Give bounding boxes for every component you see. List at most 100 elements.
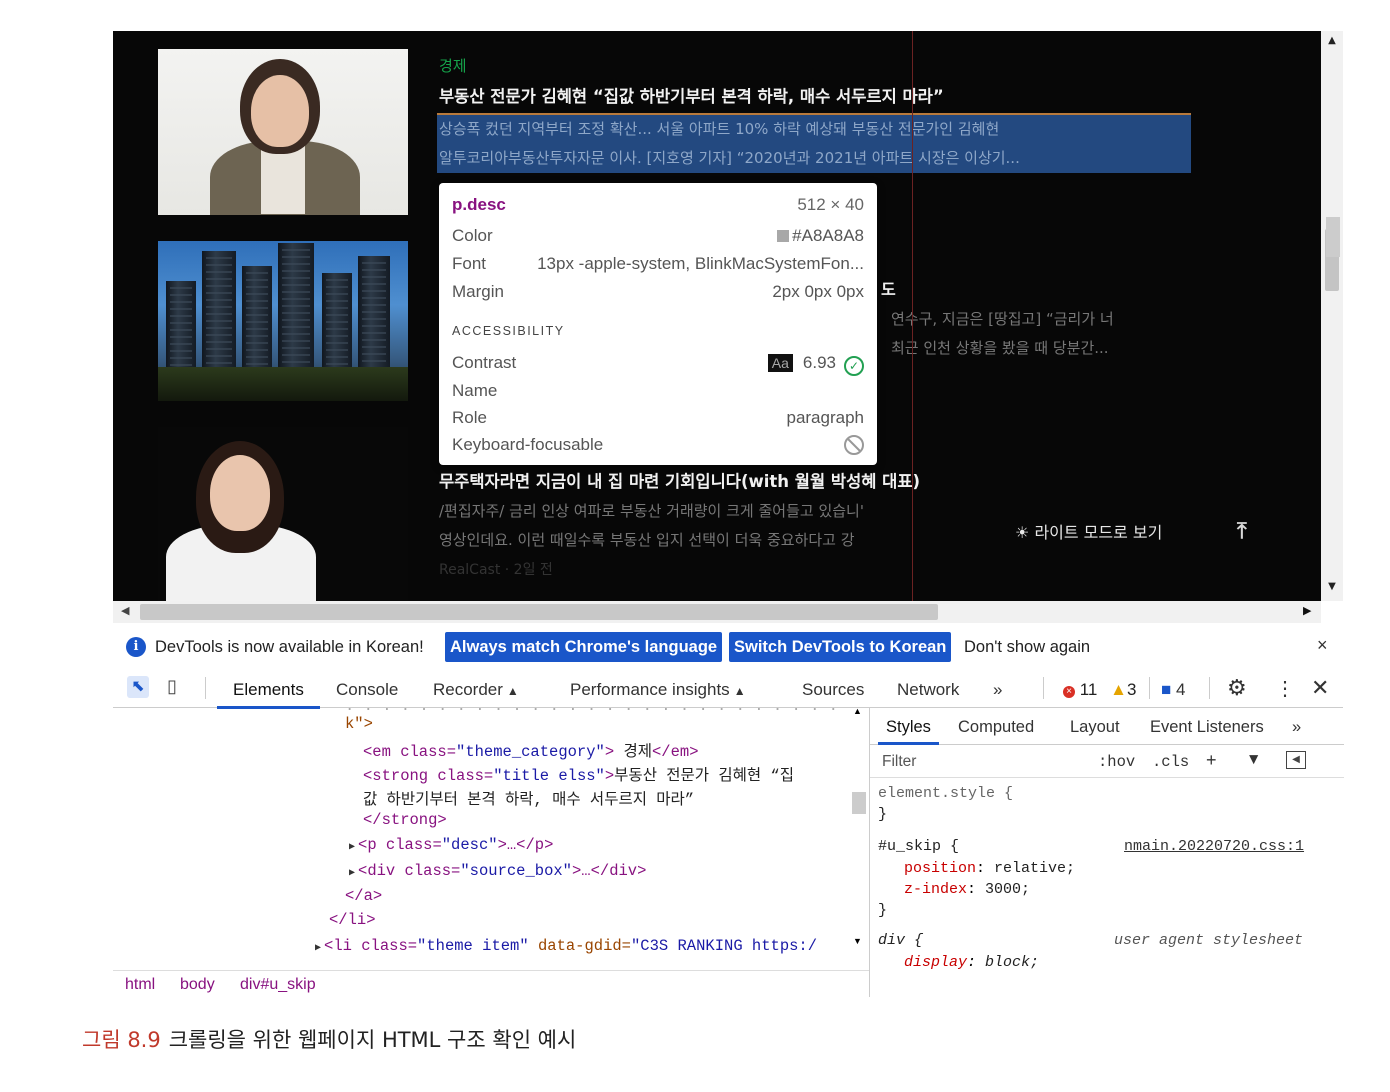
article-desc-highlighted[interactable]: 상승폭 컸던 지역부터 조정 확산... 서울 아파트 10% 하락 예상돼 부… [437, 113, 1191, 173]
browser-screenshot: 경제 부동산 전문가 김혜현 “집값 하반기부터 본격 하락, 매수 서두르지 … [113, 31, 1344, 997]
tooltip-font-label: Font [452, 254, 487, 273]
scrollbar-thumb[interactable] [852, 792, 866, 814]
desc-line: 영상인데요. 이런 때일수록 부동산 입지 선택이 더욱 중요하다고 강 [439, 531, 855, 549]
more-tabs-button[interactable]: » [993, 680, 1002, 700]
sun-icon: ☀ [1015, 523, 1030, 542]
tooltip-contrast-label: Contrast [452, 353, 517, 372]
code-line[interactable]: </a> [345, 887, 382, 905]
scroll-up-arrow-icon[interactable]: ▲ [853, 706, 862, 716]
tab-layout[interactable]: Layout [1070, 718, 1120, 737]
elements-scrollbar[interactable]: ▲ ▼ [849, 706, 869, 970]
infobar-text: DevTools is now available in Korean! [155, 638, 424, 656]
close-icon[interactable]: × [1317, 635, 1328, 656]
match-language-button[interactable]: Always match Chrome's language [445, 632, 723, 662]
inspect-element-icon[interactable]: ⬉ [127, 676, 149, 698]
flask-icon: ▲ [506, 684, 519, 698]
desc-line: 상승폭 컸던 지역부터 조정 확산... 서울 아파트 10% 하락 예상돼 부… [439, 120, 1000, 138]
switch-to-korean-button[interactable]: Switch DevTools to Korean [729, 632, 952, 662]
device-toolbar-icon[interactable]: ▯ [167, 676, 187, 698]
article-title[interactable]: 부동산 전문가 김혜현 “집값 하반기부터 본격 하락, 매수 서두르지 마라” [439, 83, 944, 107]
element-style-rule[interactable]: element.style { [878, 785, 1013, 802]
breadcrumb-item[interactable]: body [180, 976, 215, 994]
tab-network[interactable]: Network [897, 680, 959, 700]
styles-filter-row: Filter :hov .cls + ▼ ◀ [870, 745, 1344, 778]
css-selector[interactable]: div { [878, 932, 923, 949]
scroll-down-arrow-icon[interactable]: ▼ [853, 936, 862, 946]
issues-badge[interactable]: × 11 ▲3 [1063, 680, 1136, 700]
add-rule-icon[interactable]: + [1206, 750, 1217, 771]
article-title-fragment[interactable]: 도 [881, 276, 896, 300]
tab-styles[interactable]: Styles [878, 718, 939, 745]
paint-brush-icon[interactable]: ▼ [1246, 751, 1261, 769]
devtools-panel: i DevTools is now available in Korean! A… [113, 623, 1344, 997]
light-mode-button[interactable]: ☀ 라이트 모드로 보기 [1015, 519, 1162, 543]
tab-console[interactable]: Console [336, 680, 398, 700]
language-infobar: i DevTools is now available in Korean! A… [113, 623, 1343, 667]
thumbnail-woman-portrait[interactable] [158, 49, 408, 215]
code-line[interactable]: 값 하반기부터 본격 하락, 매수 서두르지 마라” [363, 787, 694, 809]
css-declaration[interactable]: z-index: 3000; [904, 881, 1030, 898]
scrollbar-thumb[interactable] [140, 604, 938, 620]
elements-tree[interactable]: · · · · · · · · · · · · · · · · · · · · … [113, 708, 849, 970]
thumbnail-woman-video[interactable] [158, 427, 408, 601]
figure-caption: 그림 8.9 크롤링을 위한 웹페이지 HTML 구조 확인 예시 [82, 1024, 576, 1054]
code-line[interactable]: k"> [345, 715, 373, 733]
tab-elements[interactable]: Elements [217, 680, 320, 709]
gear-icon[interactable]: ⚙ [1227, 675, 1247, 701]
code-line[interactable]: <strong class="title elss">부동산 전문가 김혜현 “… [363, 763, 794, 785]
scroll-down-arrow-icon[interactable]: ▼ [1321, 581, 1343, 592]
hov-toggle[interactable]: :hov [1098, 753, 1135, 771]
article-title[interactable]: 무주택자라면 지금이 내 집 마련 기회입니다(with 월월 박성혜 대표) [439, 468, 920, 492]
article-desc[interactable]: 연수구, 지금은 [땅집고] “금리가 너 최근 인천 상황을 봤을 때 당분간… [891, 305, 1114, 363]
sidebar-toggle-icon[interactable]: ◀ [1286, 751, 1306, 769]
caption-label: 그림 8.9 [82, 1028, 161, 1052]
page-horizontal-scrollbar[interactable]: ◀ ▶ [113, 601, 1321, 623]
code-line[interactable]: </strong> [363, 811, 447, 829]
code-line[interactable]: ▶ <div class="source_box">…</div> [349, 862, 646, 880]
scrollbar-thumb[interactable] [1326, 217, 1340, 257]
breadcrumb-item[interactable]: html [125, 976, 155, 994]
expand-triangle-icon[interactable]: ▶ [349, 868, 355, 879]
color-swatch-icon [777, 230, 790, 242]
dont-show-again-link[interactable]: Don't show again [964, 638, 1090, 657]
code-line[interactable]: <em class="theme_category"> 경제</em> [363, 739, 699, 761]
expand-triangle-icon[interactable]: ▶ [315, 943, 321, 954]
breadcrumb-item[interactable]: div#u_skip [240, 976, 316, 994]
messages-badge[interactable]: ■ 4 [1161, 680, 1185, 700]
tab-sources[interactable]: Sources [802, 680, 864, 700]
css-selector[interactable]: #u_skip { [878, 838, 959, 855]
code-line[interactable]: ▶ <li class="theme item" data-gdid="C3S R… [315, 937, 817, 955]
styles-scrollbar[interactable] [1323, 207, 1343, 405]
code-line[interactable]: </li> [329, 911, 376, 929]
css-declaration[interactable]: display: block; [904, 954, 1039, 971]
thumbnail-apartment-towers[interactable] [158, 241, 408, 401]
stylesheet-link[interactable]: nmain.20220720.css:1 [1124, 838, 1304, 855]
contrast-sample: Aa [767, 354, 793, 372]
divider [1043, 677, 1044, 699]
code-line[interactable]: ▶ <p class="desc">…</p> [349, 836, 553, 854]
tab-computed[interactable]: Computed [958, 718, 1034, 737]
article-desc[interactable]: /편집자주/ 금리 인상 여파로 부동산 거래량이 크게 줄어들고 있습니' 영… [439, 497, 864, 555]
close-devtools-icon[interactable]: ✕ [1311, 675, 1329, 701]
tab-performance-insights[interactable]: Performance insights ▲ [570, 680, 746, 700]
tooltip-name-label: Name [452, 381, 498, 400]
css-declaration[interactable]: position: relative; [904, 860, 1075, 877]
scroll-up-arrow-icon[interactable]: ▲ [1321, 35, 1343, 46]
tab-recorder[interactable]: Recorder ▲ [433, 680, 519, 700]
kebab-menu-icon[interactable]: ⋮ [1275, 676, 1295, 701]
closing-brace: } [878, 806, 888, 823]
expand-triangle-icon[interactable]: ▶ [349, 842, 355, 853]
scroll-right-arrow-icon[interactable]: ▶ [1303, 604, 1311, 617]
tab-event-listeners[interactable]: Event Listeners [1150, 718, 1264, 737]
page-viewport: 경제 부동산 전문가 김혜현 “집값 하반기부터 본격 하락, 매수 서두르지 … [113, 31, 1321, 601]
filter-input[interactable]: Filter [882, 753, 916, 771]
cls-toggle[interactable]: .cls [1152, 753, 1189, 771]
scroll-left-arrow-icon[interactable]: ◀ [121, 604, 129, 617]
tooltip-element-name: p.desc [452, 195, 506, 214]
scroll-top-icon[interactable]: ⤒ [1237, 519, 1247, 544]
code-line: · · · · · · · · · · · · · · · · · · · · … [345, 708, 849, 718]
tab-label: Performance insights [570, 680, 730, 699]
article-category[interactable]: 경제 [439, 55, 467, 76]
desc-line: /편집자주/ 금리 인상 여파로 부동산 거래량이 크게 줄어들고 있습니' [439, 502, 864, 520]
more-tabs-button[interactable]: » [1292, 718, 1301, 737]
